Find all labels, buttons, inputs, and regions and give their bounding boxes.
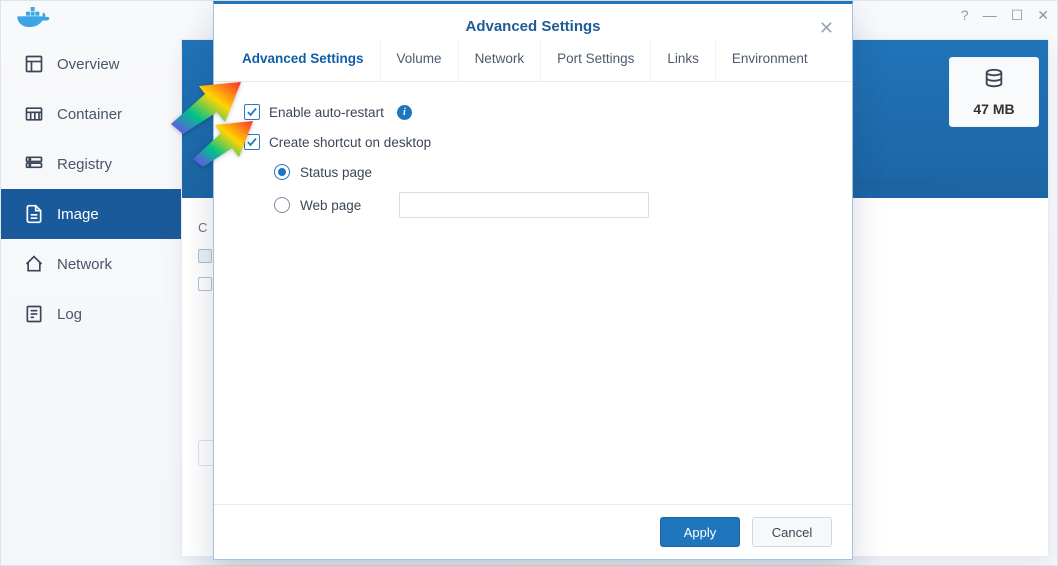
- tab-environment[interactable]: Environment: [716, 41, 824, 81]
- stub-letter: C: [198, 220, 207, 235]
- shortcut-radio-group: Status page Web page: [244, 164, 822, 218]
- registry-icon: [23, 153, 45, 175]
- web-page-radio[interactable]: [274, 197, 290, 213]
- close-icon[interactable]: ✕: [819, 18, 834, 39]
- advanced-settings-modal: Advanced Settings ✕ Advanced Settings Vo…: [213, 1, 853, 560]
- tab-links[interactable]: Links: [651, 41, 716, 81]
- sidebar-item-label: Log: [57, 306, 82, 323]
- image-icon: [23, 203, 45, 225]
- sidebar-item-label: Network: [57, 256, 112, 273]
- modal-body: Enable auto-restart i Create shortcut on…: [214, 82, 852, 504]
- modal-title: Advanced Settings: [214, 4, 852, 41]
- docker-logo-icon: [17, 7, 51, 31]
- shortcut-checkbox[interactable]: [244, 134, 260, 150]
- modal-tabs: Advanced Settings Volume Network Port Se…: [214, 41, 852, 82]
- auto-restart-label: Enable auto-restart: [269, 105, 384, 120]
- sidebar-item-overview[interactable]: Overview: [1, 39, 181, 89]
- sidebar-item-label: Registry: [57, 156, 112, 173]
- background-stubs: C: [198, 220, 212, 291]
- sidebar-item-image[interactable]: Image: [1, 189, 181, 239]
- minimize-icon[interactable]: —: [983, 7, 997, 24]
- status-page-row: Status page: [274, 164, 822, 180]
- web-page-url-input[interactable]: [399, 192, 649, 218]
- status-page-label: Status page: [300, 165, 372, 180]
- apply-button[interactable]: Apply: [660, 517, 740, 547]
- stub-box: [198, 277, 212, 291]
- info-icon[interactable]: i: [397, 105, 412, 120]
- auto-restart-row: Enable auto-restart i: [244, 104, 822, 120]
- web-page-row: Web page: [274, 192, 822, 218]
- status-page-radio[interactable]: [274, 164, 290, 180]
- sidebar-item-network[interactable]: Network: [1, 239, 181, 289]
- help-icon[interactable]: ?: [961, 7, 969, 24]
- shortcut-label: Create shortcut on desktop: [269, 135, 431, 150]
- auto-restart-checkbox[interactable]: [244, 104, 260, 120]
- modal-footer: Apply Cancel: [214, 504, 852, 559]
- network-icon: [23, 253, 45, 275]
- sidebar-item-log[interactable]: Log: [1, 289, 181, 339]
- container-icon: [23, 103, 45, 125]
- log-icon: [23, 303, 45, 325]
- tab-network[interactable]: Network: [459, 41, 542, 81]
- window-controls: ? — ☐ ✕: [961, 7, 1049, 24]
- image-size-value: 47 MB: [973, 101, 1014, 117]
- database-icon: [983, 68, 1005, 95]
- tab-volume[interactable]: Volume: [381, 41, 459, 81]
- shortcut-row: Create shortcut on desktop: [244, 134, 822, 150]
- sidebar-item-registry[interactable]: Registry: [1, 139, 181, 189]
- sidebar: Overview Container Registry Image Networ…: [1, 39, 181, 339]
- close-window-icon[interactable]: ✕: [1037, 7, 1049, 24]
- overview-icon: [23, 53, 45, 75]
- cancel-button[interactable]: Cancel: [752, 517, 832, 547]
- sidebar-item-label: Overview: [57, 56, 120, 73]
- maximize-icon[interactable]: ☐: [1011, 7, 1024, 24]
- app-window: ? — ☐ ✕ Overview Container Registry: [0, 0, 1058, 566]
- stub-box: [198, 249, 212, 263]
- tab-port-settings[interactable]: Port Settings: [541, 41, 651, 81]
- sidebar-item-container[interactable]: Container: [1, 89, 181, 139]
- sidebar-item-label: Container: [57, 106, 122, 123]
- sidebar-item-label: Image: [57, 206, 99, 223]
- web-page-label: Web page: [300, 198, 361, 213]
- tab-advanced-settings[interactable]: Advanced Settings: [226, 41, 381, 81]
- image-size-card: 47 MB: [949, 57, 1039, 127]
